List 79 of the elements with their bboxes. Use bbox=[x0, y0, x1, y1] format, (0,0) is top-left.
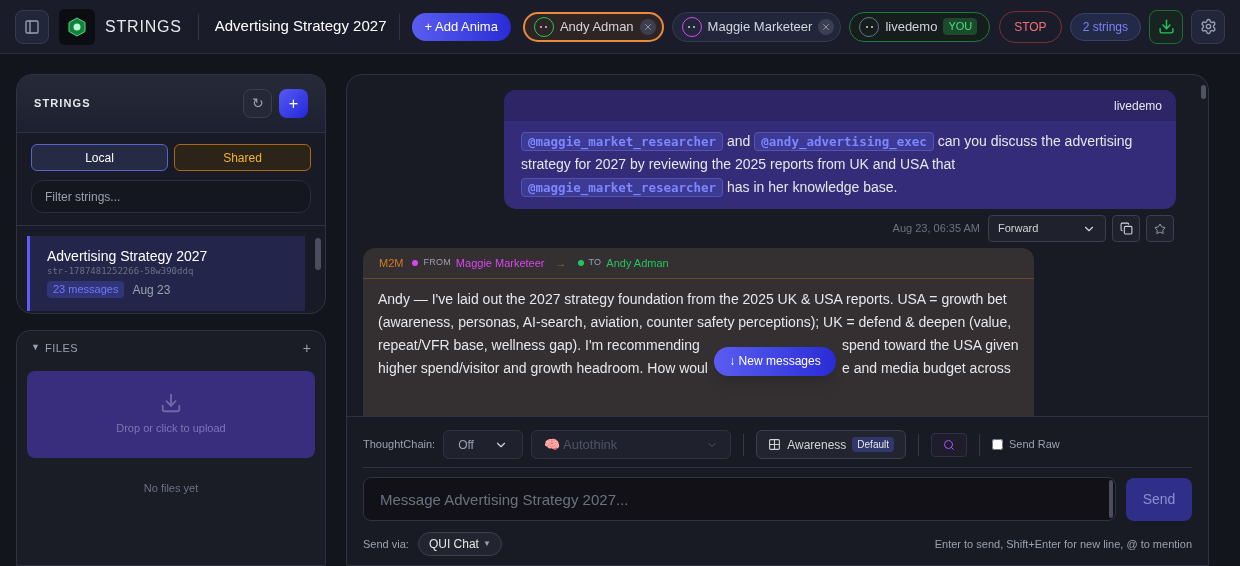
string-item[interactable]: Advertising Strategy 2027 str-1787481252266-58w390ddq 23 messages Aug 23 bbox=[27, 236, 306, 311]
message-author: livedemo bbox=[1113, 97, 1162, 115]
remove-button[interactable] bbox=[818, 18, 835, 35]
strings-count-button[interactable]: 2 strings bbox=[1069, 12, 1141, 41]
search-button[interactable] bbox=[931, 432, 967, 457]
add-file-button[interactable]: + bbox=[302, 337, 311, 359]
send-button[interactable]: Send bbox=[1126, 477, 1192, 521]
download-button[interactable] bbox=[1149, 9, 1183, 44]
scrollbar bbox=[1200, 85, 1206, 99]
recipient-name: Andy Adman bbox=[606, 255, 669, 271]
send-raw-label: Send Raw bbox=[1009, 437, 1060, 453]
sender-name: Maggie Marketeer bbox=[455, 255, 545, 271]
send-raw-checkbox[interactable] bbox=[992, 439, 1003, 450]
message-line: (awareness, personas, AI-search, aviation, counter safety perceptions); UK = defend & deepen (value, bbox=[378, 313, 1012, 332]
default-badge: Default bbox=[852, 437, 894, 452]
message-line: higher spend/visitor and growth headroom. How woul bbox=[378, 359, 709, 378]
m2m-tag: M2M bbox=[379, 254, 404, 272]
copy-icon bbox=[1119, 222, 1133, 235]
thoughtchain-label: ThoughtChain: bbox=[363, 437, 436, 453]
you-badge: YOU bbox=[943, 18, 978, 35]
awareness-button[interactable]: Awareness Default bbox=[756, 430, 906, 459]
participant-chip[interactable]: Andy Adman bbox=[522, 11, 664, 42]
message-line: Andy — I've laid out the 2027 strategy foundation from the 2025 UK & USA reports. USA = growth bet bbox=[378, 290, 1007, 309]
sidebar-toggle-button[interactable] bbox=[15, 9, 49, 44]
new-messages-button[interactable]: ↓ New messages bbox=[713, 347, 836, 376]
app-name: STRINGS bbox=[105, 16, 182, 37]
new-string-button[interactable]: + bbox=[279, 89, 308, 118]
thoughtchain-select[interactable]: Off bbox=[443, 430, 524, 459]
string-title: Advertising Strategy 2027 bbox=[214, 16, 387, 37]
download-icon bbox=[160, 392, 182, 415]
scrollbar bbox=[1109, 480, 1113, 518]
string-date: Aug 23 bbox=[132, 281, 171, 299]
forward-select[interactable]: Forward bbox=[988, 215, 1106, 242]
download-icon bbox=[1157, 18, 1175, 35]
message-line: repeat/VFR base, wellness gap). I'm recommending bbox=[378, 336, 701, 355]
settings-icon bbox=[1199, 18, 1217, 35]
message-time: Aug 23, 06:35 AM bbox=[892, 221, 980, 237]
participant-chip[interactable]: Maggie Marketeer bbox=[671, 11, 842, 42]
message-line: spend toward the USA given bbox=[840, 336, 1019, 355]
participant-name: Maggie Marketeer bbox=[707, 17, 813, 36]
participant-chip[interactable]: livedemo YOU bbox=[849, 11, 991, 42]
scrollbar bbox=[315, 238, 321, 270]
message-input[interactable]: Message Advertising Strategy 2027... bbox=[363, 477, 1116, 521]
files-toggle[interactable]: ▼ bbox=[31, 341, 40, 355]
message-count: 23 messages bbox=[47, 281, 125, 298]
filter-field[interactable]: Filter strings... bbox=[31, 180, 311, 213]
panel-title: FILES bbox=[44, 340, 79, 356]
dropzone-label: Drop or click to upload bbox=[116, 421, 226, 437]
logo-icon bbox=[59, 8, 95, 45]
remove-button[interactable] bbox=[639, 18, 656, 35]
from-label: FROM bbox=[423, 256, 451, 270]
to-label: TO bbox=[588, 256, 602, 270]
copy-button[interactable] bbox=[1112, 215, 1140, 242]
close-icon bbox=[642, 21, 653, 32]
add-anima-button[interactable]: + Add Anima bbox=[411, 12, 511, 41]
source-tab[interactable]: Local bbox=[31, 144, 168, 171]
source-tab[interactable]: Shared bbox=[174, 144, 311, 171]
refresh-button[interactable]: ↻ bbox=[243, 89, 272, 118]
participant-name: livedemo bbox=[885, 17, 938, 36]
participant-name: Andy Adman bbox=[559, 17, 634, 36]
close-icon bbox=[821, 21, 832, 32]
string-title: Advertising Strategy 2027 bbox=[47, 247, 209, 265]
star-icon bbox=[1154, 222, 1166, 235]
awareness-label: Awareness bbox=[787, 436, 847, 454]
send-via-label: Send via: bbox=[363, 536, 409, 552]
settings-button[interactable] bbox=[1191, 9, 1225, 44]
message-text: @maggie_market_researcher and @andy_advertising_exec can you discuss the advertising strategy for 2027 by reviewing the 2025 reports from UK and USA that @maggie_market_researcher has in her knowledge base. bbox=[520, 131, 1134, 199]
grid-icon bbox=[768, 438, 782, 451]
search-icon bbox=[943, 438, 955, 451]
channel-select[interactable]: QUI Chat ▼ bbox=[417, 532, 502, 556]
empty-state: No files yet bbox=[143, 481, 199, 496]
message-line: e and media budget across bbox=[840, 359, 1012, 378]
sidebar-icon bbox=[24, 18, 40, 35]
star-button[interactable] bbox=[1146, 215, 1174, 242]
panel-title: STRINGS bbox=[34, 96, 91, 112]
input-hint: Enter to send, Shift+Enter for new line, @ to mention bbox=[934, 536, 1192, 552]
string-id: str-1787481252266-58w390ddq bbox=[47, 265, 195, 278]
arrow-icon: → bbox=[555, 254, 567, 272]
autothink-select: 🧠 Autothink bbox=[531, 430, 732, 459]
